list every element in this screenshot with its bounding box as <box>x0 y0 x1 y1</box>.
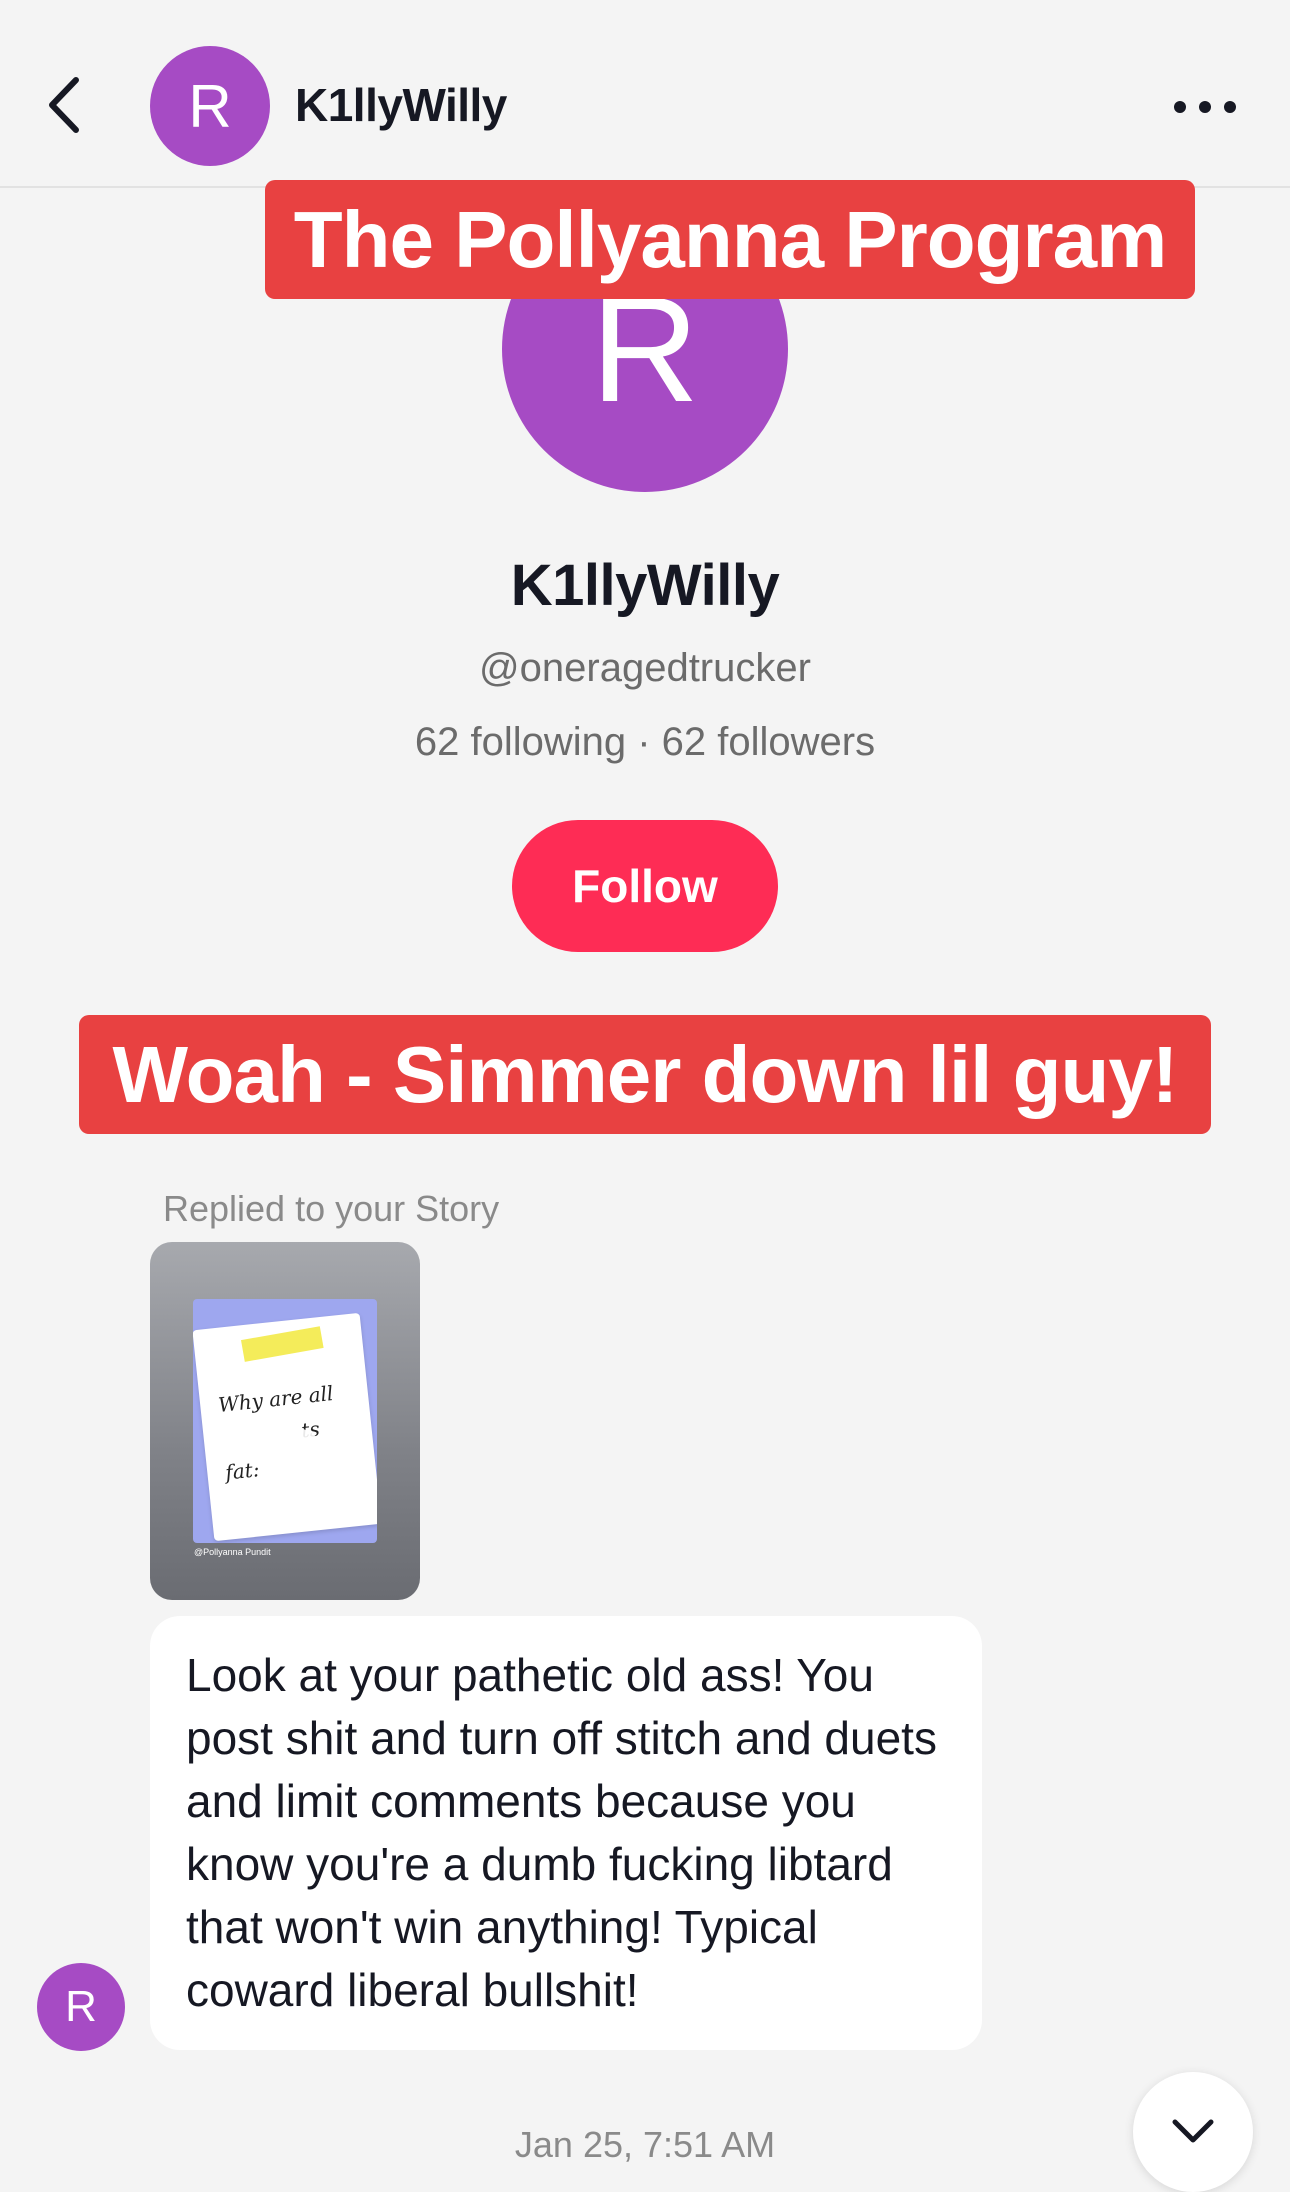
overlay-banner-caption: Woah - Simmer down lil guy! <box>79 1015 1211 1134</box>
back-button[interactable] <box>40 70 90 140</box>
follow-button[interactable]: Follow <box>512 820 778 952</box>
more-options-button[interactable] <box>1170 92 1240 122</box>
profile-display-name: K1llyWilly <box>510 553 780 618</box>
overlay-banner-title: The Pollyanna Program <box>265 180 1195 299</box>
sender-avatar[interactable]: R <box>37 1963 125 2051</box>
profile-handle: @oneragedtrucker <box>479 646 811 690</box>
play-icon <box>267 1407 317 1467</box>
reply-context-label: Replied to your Story <box>163 1188 500 1229</box>
story-preview[interactable]: Why are all ts fat: @Pollyanna Pundit <box>150 1242 420 1600</box>
note-tape <box>240 1326 324 1362</box>
header-username[interactable]: K1llyWilly <box>295 78 507 132</box>
message-bubble[interactable]: Look at your pathetic old ass! You post … <box>150 1616 982 2050</box>
header-avatar[interactable]: R <box>150 46 270 166</box>
profile-stats: 62 following · 62 followers <box>414 720 876 764</box>
scroll-to-bottom-button[interactable] <box>1133 2072 1253 2192</box>
top-bar: R K1llyWilly <box>0 0 1290 188</box>
chevron-left-icon <box>49 77 79 133</box>
more-horizontal-icon <box>1174 101 1236 113</box>
chevron-down-icon <box>1172 2119 1214 2143</box>
message-timestamp: Jan 25, 7:51 AM <box>514 2124 776 2165</box>
story-thumbnail: Why are all ts fat: <box>193 1299 377 1543</box>
story-caption: @Pollyanna Pundit <box>194 1547 271 1557</box>
